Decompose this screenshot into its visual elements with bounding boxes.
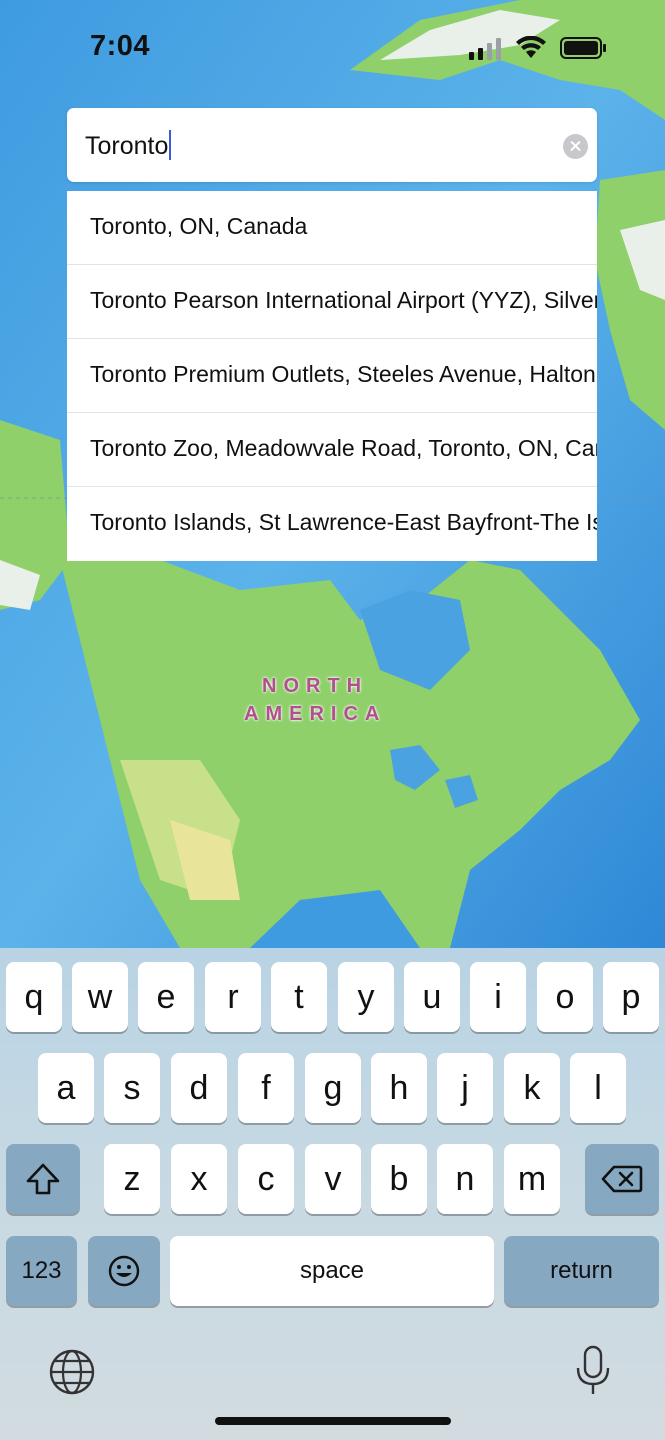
- search-query-text: Toronto: [85, 132, 169, 160]
- key-b[interactable]: b: [371, 1144, 427, 1214]
- battery-icon: [560, 37, 606, 59]
- numbers-key[interactable]: 123: [6, 1236, 77, 1306]
- space-key[interactable]: space: [170, 1236, 494, 1306]
- microphone-icon: [576, 1345, 610, 1394]
- key-v[interactable]: v: [305, 1144, 361, 1214]
- key-m[interactable]: m: [504, 1144, 560, 1214]
- home-indicator[interactable]: [215, 1417, 451, 1425]
- key-f[interactable]: f: [238, 1053, 294, 1123]
- key-y[interactable]: y: [338, 962, 394, 1032]
- key-c[interactable]: c: [238, 1144, 294, 1214]
- key-x[interactable]: x: [171, 1144, 227, 1214]
- cellular-signal-icon: [469, 38, 501, 60]
- shift-icon: [26, 1163, 60, 1195]
- clear-search-button[interactable]: [563, 134, 588, 159]
- delete-icon: [601, 1165, 643, 1193]
- emoji-key[interactable]: [88, 1236, 160, 1306]
- result-item[interactable]: Toronto Premium Outlets, Steeles Avenue,…: [67, 339, 597, 413]
- key-i[interactable]: i: [470, 962, 526, 1032]
- result-item[interactable]: Toronto Zoo, Meadowvale Road, Toronto, O…: [67, 413, 597, 487]
- key-n[interactable]: n: [437, 1144, 493, 1214]
- key-k[interactable]: k: [504, 1053, 560, 1123]
- result-item[interactable]: Toronto Islands, St Lawrence-East Bayfro…: [67, 487, 597, 561]
- key-u[interactable]: u: [404, 962, 460, 1032]
- globe-icon: [49, 1349, 95, 1395]
- shift-key[interactable]: [6, 1144, 80, 1214]
- key-p[interactable]: p: [603, 962, 659, 1032]
- key-d[interactable]: d: [171, 1053, 227, 1123]
- key-q[interactable]: q: [6, 962, 62, 1032]
- emoji-icon: [108, 1255, 140, 1287]
- key-l[interactable]: l: [570, 1053, 626, 1123]
- search-results-list: Toronto, ON, Canada Toronto Pearson Inte…: [67, 191, 597, 561]
- key-s[interactable]: s: [104, 1053, 160, 1123]
- key-t[interactable]: t: [271, 962, 327, 1032]
- key-a[interactable]: a: [38, 1053, 94, 1123]
- text-cursor: [169, 130, 172, 160]
- dictation-key[interactable]: [573, 1344, 613, 1403]
- key-j[interactable]: j: [437, 1053, 493, 1123]
- key-z[interactable]: z: [104, 1144, 160, 1214]
- key-h[interactable]: h: [371, 1053, 427, 1123]
- key-g[interactable]: g: [305, 1053, 361, 1123]
- result-item[interactable]: Toronto Pearson International Airport (Y…: [67, 265, 597, 339]
- delete-key[interactable]: [585, 1144, 659, 1214]
- status-bar: 7:04: [0, 0, 665, 100]
- map-label-america: AMERICA: [244, 703, 387, 725]
- key-o[interactable]: o: [537, 962, 593, 1032]
- key-w[interactable]: w: [72, 962, 128, 1032]
- status-icons: [469, 35, 609, 66]
- return-key[interactable]: return: [504, 1236, 659, 1306]
- key-e[interactable]: e: [138, 962, 194, 1032]
- wifi-icon: [516, 35, 546, 58]
- search-input[interactable]: Toronto: [85, 130, 172, 161]
- status-time: 7:04: [90, 30, 151, 62]
- search-field[interactable]: Toronto: [67, 108, 597, 182]
- key-r[interactable]: r: [205, 962, 261, 1032]
- result-item[interactable]: Toronto, ON, Canada: [67, 191, 597, 265]
- map-label-north: NORTH: [262, 675, 369, 697]
- globe-key[interactable]: [48, 1348, 96, 1401]
